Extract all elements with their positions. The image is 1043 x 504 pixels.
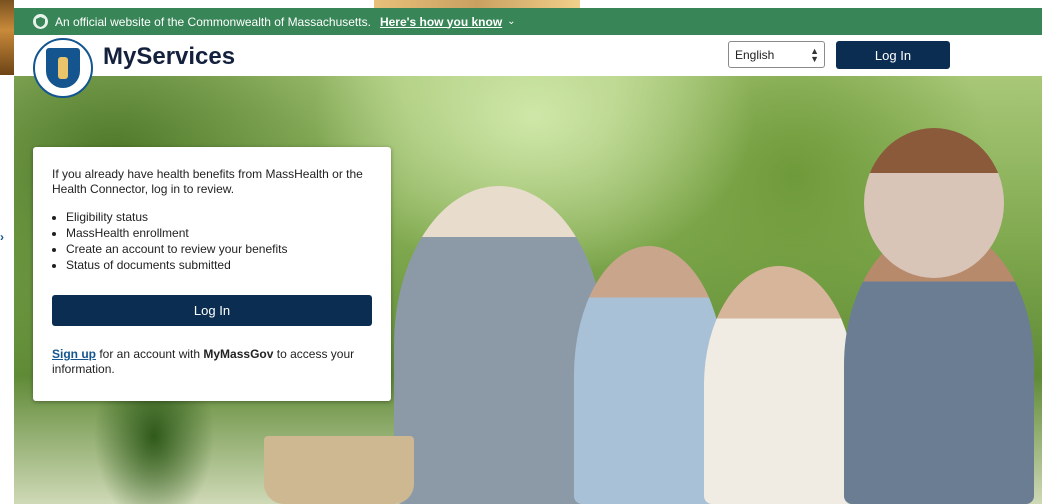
language-select[interactable]: English ▲ ▼ — [728, 41, 825, 68]
how-you-know-link[interactable]: Here's how you know — [380, 15, 502, 29]
background-fragment — [374, 0, 580, 8]
site-header: MyServices English ▲ ▼ Log In — [14, 35, 1042, 98]
hero-basket — [264, 436, 414, 504]
header-login-button[interactable]: Log In — [836, 41, 950, 69]
list-item: Create an account to review your benefit… — [66, 241, 372, 257]
official-banner: An official website of the Commonwealth … — [14, 8, 1042, 35]
sign-up-link[interactable]: Sign up — [52, 347, 96, 361]
select-arrows-icon: ▲ ▼ — [810, 46, 819, 64]
hero-person — [574, 246, 724, 504]
card-login-button[interactable]: Log In — [52, 295, 372, 326]
signup-mid: for an account with — [96, 347, 204, 361]
list-item: MassHealth enrollment — [66, 225, 372, 241]
state-seal-icon[interactable] — [33, 38, 93, 98]
signup-text: Sign up for an account with MyMassGov to… — [52, 347, 372, 377]
list-item: Status of documents submitted — [66, 257, 372, 273]
hero-person — [704, 266, 854, 504]
benefits-list: Eligibility status MassHealth enrollment… — [52, 209, 372, 273]
hero-person — [864, 128, 1004, 278]
site-title[interactable]: MyServices — [103, 43, 235, 71]
banner-text: An official website of the Commonwealth … — [55, 14, 371, 29]
background-fragment — [0, 0, 14, 75]
chevron-right-icon: › — [0, 230, 4, 244]
hero-person — [394, 186, 604, 504]
card-intro: If you already have health benefits from… — [52, 167, 363, 196]
login-card: If you already have health benefits from… — [33, 147, 391, 401]
mymassgov-text: MyMassGov — [203, 347, 274, 361]
shield-icon — [33, 14, 48, 29]
list-item: Eligibility status — [66, 209, 372, 225]
language-value: English — [735, 47, 775, 62]
chevron-down-icon[interactable]: ⌄ — [507, 16, 515, 27]
